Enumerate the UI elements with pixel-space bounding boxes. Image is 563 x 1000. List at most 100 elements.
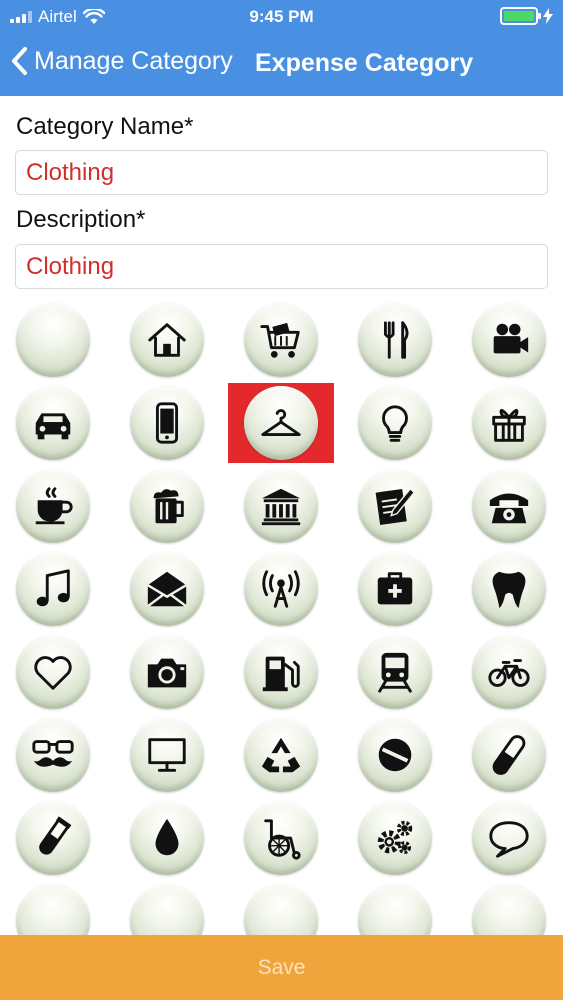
icon-bubble <box>358 386 432 460</box>
icon-option-speech-bubble-icon[interactable] <box>456 798 562 878</box>
icon-option-heart-icon[interactable] <box>0 632 106 712</box>
bicycle-icon <box>488 659 530 687</box>
coffee-cup-icon <box>35 487 73 525</box>
icon-bubble <box>16 635 90 709</box>
save-button[interactable]: Save <box>0 935 563 1000</box>
description-field-container <box>15 244 548 289</box>
icon-option-drop-icon[interactable] <box>114 798 220 878</box>
icon-option-train-icon[interactable] <box>342 632 448 712</box>
icon-option-camera-icon[interactable] <box>114 632 220 712</box>
icon-bubble <box>16 303 90 377</box>
icon-option-telephone-icon[interactable] <box>456 466 562 546</box>
icon-option-partial[interactable] <box>228 881 334 935</box>
clothes-hanger-icon <box>261 409 301 436</box>
icon-bubble <box>472 386 546 460</box>
icon-option-blank-icon[interactable] <box>0 300 106 380</box>
antenna-icon <box>262 570 300 608</box>
music-note-icon <box>36 569 70 607</box>
telephone-icon <box>489 493 529 524</box>
icon-bubble <box>358 635 432 709</box>
tooth-icon <box>492 571 526 609</box>
icon-option-recycle-icon[interactable] <box>228 715 334 795</box>
description-input[interactable] <box>16 245 547 288</box>
icon-option-coffee-cup-icon[interactable] <box>0 466 106 546</box>
beer-mug-icon <box>153 489 184 524</box>
icon-bubble <box>472 884 546 935</box>
icon-bubble <box>130 552 204 626</box>
icon-bubble <box>244 303 318 377</box>
icon-option-fuel-pump-icon[interactable] <box>228 632 334 712</box>
bank-icon <box>261 488 301 526</box>
icon-option-first-aid-kit-icon[interactable] <box>342 549 448 629</box>
icon-option-envelope-icon[interactable] <box>114 549 220 629</box>
icon-option-music-note-icon[interactable] <box>0 549 106 629</box>
recycle-icon <box>261 737 301 773</box>
status-bar: Airtel 9:45 PM <box>0 0 563 32</box>
icon-bubble <box>130 718 204 792</box>
icon-bubble <box>472 303 546 377</box>
icon-option-clothes-hanger-icon[interactable] <box>228 383 334 463</box>
icon-bubble <box>358 801 432 875</box>
icon-option-test-tube-icon[interactable] <box>0 798 106 878</box>
icon-option-notepad-pencil-icon[interactable] <box>342 466 448 546</box>
category-name-input[interactable] <box>16 151 547 194</box>
icon-option-fork-knife-icon[interactable] <box>342 300 448 380</box>
icon-option-bicycle-icon[interactable] <box>456 632 562 712</box>
gears-icon <box>377 820 413 855</box>
notepad-pencil-icon <box>375 487 416 525</box>
description-label: Description* <box>16 206 146 233</box>
icon-option-monitor-icon[interactable] <box>114 715 220 795</box>
icon-option-shopping-cart-icon[interactable] <box>228 300 334 380</box>
icon-option-tooth-icon[interactable] <box>456 549 562 629</box>
icon-option-partial[interactable] <box>114 881 220 935</box>
icon-bubble <box>358 884 432 935</box>
first-aid-kit-icon <box>377 572 413 605</box>
icon-option-wheelchair-icon[interactable] <box>228 798 334 878</box>
envelope-icon <box>147 571 187 608</box>
navigation-bar: Manage Category Expense Category <box>0 32 563 96</box>
icon-option-gears-icon[interactable] <box>342 798 448 878</box>
icon-option-home-icon[interactable] <box>114 300 220 380</box>
icon-bubble <box>358 718 432 792</box>
icon-option-mobile-phone-icon[interactable] <box>114 383 220 463</box>
icon-bubble <box>130 386 204 460</box>
icon-option-partial[interactable] <box>456 881 562 935</box>
icon-option-capsule-icon[interactable] <box>456 715 562 795</box>
icon-option-pill-icon[interactable] <box>342 715 448 795</box>
icon-bubble <box>358 469 432 543</box>
icon-option-glasses-mustache-icon[interactable] <box>0 715 106 795</box>
icon-option-partial[interactable] <box>342 881 448 935</box>
pill-icon <box>378 738 412 772</box>
icon-option-gift-icon[interactable] <box>456 383 562 463</box>
category-name-field-container <box>15 150 548 195</box>
icon-option-beer-mug-icon[interactable] <box>114 466 220 546</box>
capsule-icon <box>492 735 526 775</box>
icon-bubble <box>16 552 90 626</box>
car-icon <box>35 413 71 440</box>
icon-option-car-icon[interactable] <box>0 383 106 463</box>
back-button[interactable]: Manage Category <box>10 46 233 76</box>
fork-knife-icon <box>383 321 409 359</box>
icon-option-bank-icon[interactable] <box>228 466 334 546</box>
battery-info <box>500 7 553 25</box>
icon-option-partial[interactable] <box>0 881 106 935</box>
icon-bubble <box>244 801 318 875</box>
fuel-pump-icon <box>262 656 300 692</box>
icon-bubble <box>244 635 318 709</box>
icon-bubble <box>472 718 546 792</box>
icon-option-light-bulb-icon[interactable] <box>342 383 448 463</box>
category-name-label: Category Name* <box>16 113 194 140</box>
page-title: Expense Category <box>255 49 474 77</box>
icon-option-video-camera-icon[interactable] <box>456 300 562 380</box>
icon-option-antenna-icon[interactable] <box>228 549 334 629</box>
icon-bubble <box>244 718 318 792</box>
icon-bubble <box>16 718 90 792</box>
speech-bubble-icon <box>489 821 529 858</box>
shopping-cart-icon <box>260 322 300 358</box>
icon-bubble <box>16 884 90 935</box>
light-bulb-icon <box>382 405 408 442</box>
wheelchair-icon <box>264 819 301 860</box>
back-button-label: Manage Category <box>34 46 233 75</box>
icon-bubble <box>472 635 546 709</box>
icon-bubble <box>130 884 204 935</box>
